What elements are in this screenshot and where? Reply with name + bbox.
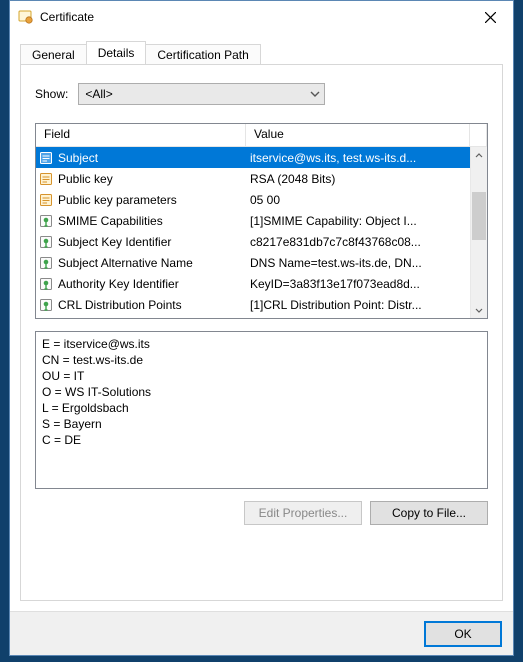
show-label: Show: bbox=[35, 87, 68, 101]
chevron-down-icon bbox=[310, 89, 320, 99]
listview-cell-field: CRL Distribution Points bbox=[36, 297, 246, 313]
listview-cell-field: Authority Key Identifier bbox=[36, 276, 246, 292]
show-select[interactable]: <All> bbox=[78, 83, 325, 105]
listview-field-label: Authority Key Identifier bbox=[58, 277, 179, 291]
listview-cell-field: Subject Alternative Name bbox=[36, 255, 246, 271]
scroll-track[interactable] bbox=[471, 164, 487, 301]
show-select-value: <All> bbox=[85, 87, 112, 101]
tabstrip: General Details Certification Path bbox=[20, 41, 503, 64]
listview-row[interactable]: SMIME Capabilities [1]SMIME Capability: O… bbox=[36, 210, 470, 231]
listview-header: Field Value bbox=[36, 124, 487, 147]
tab-certification-path[interactable]: Certification Path bbox=[145, 44, 260, 65]
listview-field-label: Subject Key Identifier bbox=[58, 235, 171, 249]
detail-line: S = Bayern bbox=[42, 416, 481, 432]
detail-line: OU = IT bbox=[42, 368, 481, 384]
property-icon bbox=[38, 192, 54, 208]
listview-scrollbar[interactable] bbox=[470, 147, 487, 318]
listview-row[interactable]: Subject Alternative Name DNS Name=test.ws… bbox=[36, 252, 470, 273]
fields-listview[interactable]: Field Value Subject itservice@ws.its, tes… bbox=[35, 123, 488, 319]
show-row: Show: <All> bbox=[35, 83, 488, 105]
listview-body: Subject itservice@ws.its, test.ws-its.d..… bbox=[36, 147, 470, 318]
chevron-down-icon bbox=[475, 306, 483, 314]
field-detail-textbox[interactable]: E = itservice@ws.itsCN = test.ws-its.deO… bbox=[35, 331, 488, 489]
close-button[interactable] bbox=[468, 2, 513, 32]
listview-cell-value: DNS Name=test.ws-its.de, DN... bbox=[246, 256, 470, 270]
listview-cell-field: Subject Key Identifier bbox=[36, 234, 246, 250]
listview-cell-value: KeyID=3a83f13e17f073ead8d... bbox=[246, 277, 470, 291]
column-header-scroll-spacer bbox=[470, 124, 487, 146]
listview-row[interactable]: CRL Distribution Points [1]CRL Distributi… bbox=[36, 294, 470, 315]
listview-cell-field: Subject bbox=[36, 150, 246, 166]
listview-cell-value: itservice@ws.its, test.ws-its.d... bbox=[246, 151, 470, 165]
tabpanel-details: Show: <All> Field Value Subject itservice… bbox=[20, 64, 503, 601]
detail-line: O = WS IT-Solutions bbox=[42, 384, 481, 400]
listview-cell-value: c8217e831db7c7c8f43768c08... bbox=[246, 235, 470, 249]
listview-field-label: Public key bbox=[58, 172, 113, 186]
listview-cell-field: SMIME Capabilities bbox=[36, 213, 246, 229]
extension-icon bbox=[38, 255, 54, 271]
tab-details[interactable]: Details bbox=[86, 41, 147, 64]
listview-cell-field: Public key parameters bbox=[36, 192, 246, 208]
panel-button-row: Edit Properties... Copy to File... bbox=[35, 501, 488, 525]
scroll-thumb[interactable] bbox=[472, 192, 486, 240]
certificate-dialog: Certificate General Details Certificatio… bbox=[9, 0, 514, 656]
dialog-footer: OK bbox=[10, 611, 513, 655]
listview-row[interactable]: Public key parameters 05 00 bbox=[36, 189, 470, 210]
edit-properties-button: Edit Properties... bbox=[244, 501, 362, 525]
detail-line: L = Ergoldsbach bbox=[42, 400, 481, 416]
listview-field-label: Public key parameters bbox=[58, 193, 177, 207]
tab-general[interactable]: General bbox=[20, 44, 87, 65]
window-title: Certificate bbox=[40, 10, 468, 24]
extension-icon bbox=[38, 297, 54, 313]
dialog-body: General Details Certification Path Show:… bbox=[10, 33, 513, 611]
listview-cell-value: RSA (2048 Bits) bbox=[246, 172, 470, 186]
listview-field-label: SMIME Capabilities bbox=[58, 214, 163, 228]
certificate-icon bbox=[18, 9, 34, 25]
copy-to-file-button[interactable]: Copy to File... bbox=[370, 501, 488, 525]
listview-cell-value: [1]CRL Distribution Point: Distr... bbox=[246, 298, 470, 312]
listview-field-label: CRL Distribution Points bbox=[58, 298, 182, 312]
listview-row[interactable]: Authority Key Identifier KeyID=3a83f13e17… bbox=[36, 273, 470, 294]
titlebar: Certificate bbox=[10, 1, 513, 33]
listview-cell-field: Public key bbox=[36, 171, 246, 187]
listview-row[interactable]: Subject itservice@ws.its, test.ws-its.d..… bbox=[36, 147, 470, 168]
listview-row[interactable]: Public key RSA (2048 Bits) bbox=[36, 168, 470, 189]
detail-line: CN = test.ws-its.de bbox=[42, 352, 481, 368]
extension-icon bbox=[38, 276, 54, 292]
listview-cell-value: [1]SMIME Capability: Object I... bbox=[246, 214, 470, 228]
close-icon bbox=[485, 12, 496, 23]
chevron-up-icon bbox=[475, 152, 483, 160]
property-icon bbox=[38, 171, 54, 187]
extension-icon bbox=[38, 234, 54, 250]
property-icon bbox=[38, 150, 54, 166]
listview-cell-value: 05 00 bbox=[246, 193, 470, 207]
detail-line: C = DE bbox=[42, 432, 481, 448]
scroll-down-button[interactable] bbox=[471, 301, 487, 318]
listview-field-label: Subject bbox=[58, 151, 98, 165]
ok-button[interactable]: OK bbox=[425, 622, 501, 646]
listview-row[interactable]: Subject Key Identifier c8217e831db7c7c8f4… bbox=[36, 231, 470, 252]
extension-icon bbox=[38, 213, 54, 229]
column-header-field[interactable]: Field bbox=[36, 124, 246, 146]
listview-field-label: Subject Alternative Name bbox=[58, 256, 193, 270]
scroll-up-button[interactable] bbox=[471, 147, 487, 164]
column-header-value[interactable]: Value bbox=[246, 124, 470, 146]
detail-line: E = itservice@ws.its bbox=[42, 336, 481, 352]
